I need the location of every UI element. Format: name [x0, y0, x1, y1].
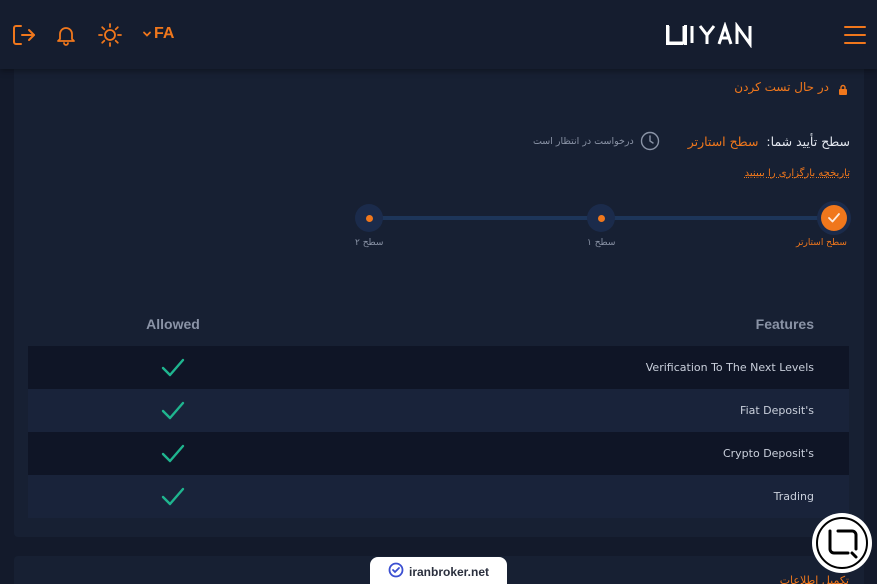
feature-name: Fiat Deposit's	[740, 404, 814, 417]
pending-request-text: درخواست در انتظار است	[532, 135, 634, 147]
support-chat-button[interactable]	[812, 513, 872, 573]
step-dot-level-2[interactable]	[355, 204, 383, 232]
upload-history-link[interactable]: تاریخچه بارگزاری را ببینید	[745, 168, 850, 179]
lock-icon	[837, 81, 849, 95]
language-label: FA	[154, 25, 175, 42]
verify-level-value: سطح استارتر	[687, 133, 759, 149]
checkmark-icon	[161, 358, 185, 378]
feature-name: Verification To The Next Levels	[645, 361, 814, 374]
step-dot-starter[interactable]	[821, 205, 847, 231]
allowed-column-header: Allowed	[146, 316, 200, 332]
testing-status-text: در حال تست کردن	[734, 80, 829, 94]
logout-icon[interactable]	[11, 22, 37, 48]
bell-icon[interactable]	[53, 22, 79, 48]
chevron-down-icon	[142, 29, 152, 39]
chat-icon	[816, 517, 868, 569]
table-row: Fiat Deposit's	[28, 389, 849, 432]
verify-level-label: سطح تأیید شما:	[766, 133, 850, 149]
brand-logo[interactable]	[664, 21, 762, 49]
step-dot-level-1[interactable]	[587, 204, 615, 232]
features-column-header: Features	[755, 316, 814, 332]
feature-name: Crypto Deposit's	[722, 447, 814, 460]
watermark-text: iranbroker.net	[408, 565, 490, 579]
level-stepper: سطح ۲ سطح ۱ سطح استارتر	[355, 204, 850, 254]
table-row: Crypto Deposit's	[28, 432, 849, 475]
watermark-badge: iranbroker.net	[370, 557, 507, 584]
feature-name: Trading	[773, 490, 814, 503]
step-label-starter: سطح استارتر	[796, 238, 847, 248]
table-header: Allowed Features	[28, 302, 849, 346]
features-table: Allowed Features Verification To The Nex…	[28, 302, 849, 518]
broker-logo-icon	[388, 562, 404, 582]
profile-completion-title: تکمیل اطلاعات	[779, 574, 849, 584]
verification-level-row: سطح تأیید شما: سطح استارتر درخواست در ان…	[533, 131, 850, 151]
checkmark-icon	[161, 487, 185, 507]
clock-icon	[640, 131, 660, 151]
step-label-level-2: سطح ۲	[355, 238, 384, 248]
sun-icon[interactable]	[97, 22, 123, 48]
pending-request: درخواست در انتظار است	[533, 131, 660, 151]
table-row: Verification To The Next Levels	[28, 346, 849, 389]
step-label-level-1: سطح ۱	[587, 238, 616, 248]
checkmark-icon	[161, 401, 185, 421]
checkmark-icon	[161, 444, 185, 464]
top-header: FA	[0, 0, 877, 69]
hamburger-menu-icon[interactable]	[843, 24, 867, 46]
testing-status: در حال تست کردن	[734, 80, 849, 95]
language-selector[interactable]: FA	[142, 25, 174, 43]
table-row: Trading	[28, 475, 849, 518]
